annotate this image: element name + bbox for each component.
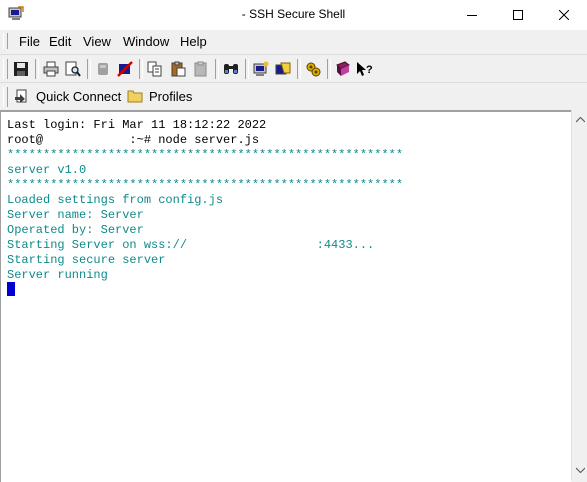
new-terminal-button[interactable] bbox=[251, 59, 271, 79]
save-button[interactable] bbox=[11, 59, 31, 79]
quick-connect-icon bbox=[15, 89, 27, 103]
menu-bar: File Edit View Window Help bbox=[0, 30, 587, 52]
profiles-button[interactable]: Profiles bbox=[127, 85, 192, 107]
toolbar-separator bbox=[35, 59, 39, 79]
terminal-output[interactable]: Last login: Fri Mar 11 18:12:22 2022 roo… bbox=[0, 110, 571, 482]
terminal-line: ****************************************… bbox=[7, 148, 404, 162]
terminal-line: Last login: Fri Mar 11 18:12:22 2022 bbox=[7, 118, 267, 132]
toolbar-separator bbox=[245, 59, 249, 79]
terminal-line: Starting Server on wss:// :4433... bbox=[7, 238, 375, 252]
disconnect-button[interactable] bbox=[93, 59, 113, 79]
print-icon bbox=[43, 61, 59, 77]
maximize-button[interactable] bbox=[495, 0, 541, 30]
vertical-scrollbar[interactable] bbox=[571, 110, 587, 480]
terminal-line: root@ :~# node server.js bbox=[7, 133, 260, 147]
toolbar: ? bbox=[0, 54, 587, 83]
profiles-label: Profiles bbox=[149, 88, 193, 104]
terminal-line: Server name: Server bbox=[7, 208, 144, 222]
close-button[interactable] bbox=[541, 0, 587, 30]
terminal-line: Loaded settings from config.js bbox=[7, 193, 224, 207]
menu-view[interactable]: View bbox=[83, 34, 111, 49]
help-book-icon bbox=[336, 61, 350, 76]
toolbar-grip[interactable] bbox=[3, 59, 8, 79]
help-book-button[interactable] bbox=[333, 59, 353, 79]
paste-disabled-icon bbox=[194, 61, 207, 77]
terminal-line: Server running bbox=[7, 268, 108, 282]
disconnect-icon bbox=[98, 63, 108, 75]
menu-grip[interactable] bbox=[3, 33, 8, 49]
minimize-button[interactable] bbox=[449, 0, 495, 30]
maximize-icon bbox=[513, 10, 523, 20]
scroll-down-button[interactable] bbox=[572, 462, 587, 478]
profile-settings-icon bbox=[306, 62, 321, 77]
terminal-line: server v1.0 bbox=[7, 163, 87, 177]
new-file-transfer-icon bbox=[275, 62, 291, 75]
svg-text:?: ? bbox=[366, 64, 373, 76]
folder-icon bbox=[127, 90, 143, 103]
new-file-transfer-button[interactable] bbox=[273, 59, 293, 79]
whats-this-help-button[interactable]: ? bbox=[355, 59, 375, 79]
quick-connect-button[interactable]: Quick Connect bbox=[14, 85, 121, 107]
minimize-icon bbox=[467, 15, 477, 16]
close-icon bbox=[559, 10, 569, 20]
whats-this-help-icon: ? bbox=[357, 62, 373, 76]
scroll-up-button[interactable] bbox=[572, 112, 587, 128]
toolbar-separator bbox=[139, 59, 143, 79]
toolbar-separator bbox=[327, 59, 331, 79]
toolbar-separator bbox=[87, 59, 91, 79]
quickbar-grip[interactable] bbox=[3, 87, 8, 107]
quick-connect-bar: Quick Connect Profiles bbox=[0, 82, 587, 111]
scroll-down-arrow-icon bbox=[575, 467, 585, 473]
print-preview-button[interactable] bbox=[63, 59, 83, 79]
scroll-up-arrow-icon bbox=[575, 117, 585, 123]
settings-disabled-icon bbox=[117, 61, 133, 77]
menu-window[interactable]: Window bbox=[123, 34, 169, 49]
save-icon bbox=[14, 62, 28, 76]
terminal-line: Operated by: Server bbox=[7, 223, 144, 237]
menu-help[interactable]: Help bbox=[180, 34, 207, 49]
print-preview-icon bbox=[65, 61, 81, 77]
terminal-line: ****************************************… bbox=[7, 178, 404, 192]
quick-connect-label: Quick Connect bbox=[36, 88, 122, 104]
paste-button[interactable] bbox=[168, 59, 188, 79]
find-icon bbox=[224, 64, 238, 74]
copy-button[interactable] bbox=[145, 59, 165, 79]
toolbar-separator bbox=[297, 59, 301, 79]
terminal-line: Starting secure server bbox=[7, 253, 166, 267]
paste-icon bbox=[171, 61, 186, 77]
new-terminal-icon bbox=[253, 61, 269, 76]
title-bar: - SSH Secure Shell bbox=[0, 0, 587, 30]
menu-file[interactable]: File bbox=[19, 34, 40, 49]
toolbar-separator bbox=[215, 59, 219, 79]
profile-settings-button[interactable] bbox=[303, 59, 323, 79]
copy-icon bbox=[147, 61, 162, 77]
settings-disabled-button[interactable] bbox=[115, 59, 135, 79]
paste-disabled-button[interactable] bbox=[191, 59, 211, 79]
menu-edit[interactable]: Edit bbox=[49, 34, 71, 49]
print-button[interactable] bbox=[41, 59, 61, 79]
terminal-cursor bbox=[7, 282, 15, 296]
find-button[interactable] bbox=[221, 59, 241, 79]
